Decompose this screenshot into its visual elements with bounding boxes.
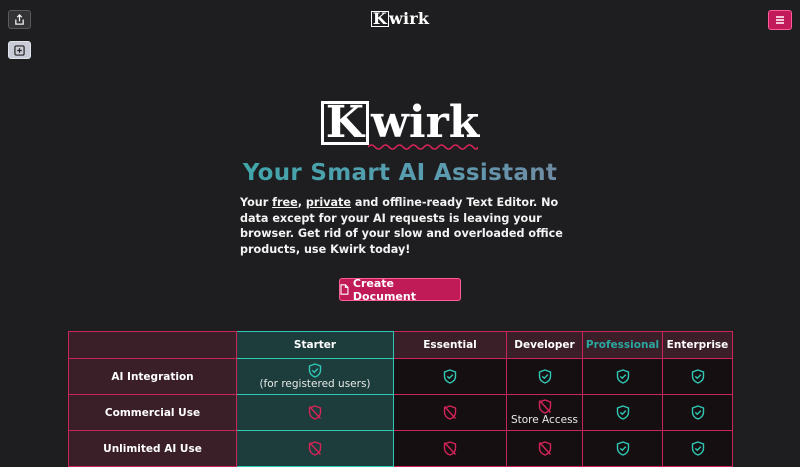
cell-note: Store Access [510, 413, 579, 426]
feature-cell: Store Access [506, 394, 583, 431]
row-label: Commercial Use [68, 394, 237, 431]
document-icon [340, 284, 349, 295]
add-document-button[interactable] [8, 41, 31, 59]
shield-check-icon [443, 369, 457, 384]
feature-cell [662, 358, 733, 395]
column-header-enterprise: Enterprise [662, 331, 733, 359]
desc-prefix: Your [240, 196, 273, 209]
shield-off-icon [443, 405, 457, 420]
feature-cell [582, 358, 663, 395]
table-row: AI Integration (for registered users) [68, 358, 733, 395]
hero-logo-rest: wirk [370, 97, 480, 148]
hero-logo: Kwirk [0, 101, 800, 145]
shield-off-icon [538, 441, 551, 456]
column-header-essential: Essential [393, 331, 507, 359]
hero-description: Your free, private and offline-ready Tex… [240, 195, 570, 257]
header-brand-k: K [370, 9, 389, 28]
desc-private: private [305, 196, 351, 209]
row-label: Unlimited AI Use [68, 430, 237, 467]
plus-square-icon [14, 44, 25, 56]
shield-check-icon [691, 369, 704, 384]
shield-off-icon [308, 441, 322, 456]
feature-cell [393, 358, 507, 395]
table-row: Commercial Use Store Access [68, 394, 733, 431]
shield-off-icon [308, 405, 322, 420]
feature-cell [236, 430, 394, 467]
shield-check-icon [308, 362, 322, 378]
shield-check-icon [691, 405, 704, 420]
column-header-professional: Professional [582, 331, 663, 359]
hamburger-menu-icon [776, 16, 784, 24]
row-label: AI Integration [68, 358, 237, 395]
feature-cell [662, 394, 733, 431]
feature-cell [393, 394, 507, 431]
feature-cell [393, 430, 507, 467]
feature-cell [582, 394, 663, 431]
feature-cell: (for registered users) [236, 358, 394, 395]
table-header-row: Starter Essential Developer Professional… [68, 331, 733, 359]
desc-free: free [272, 196, 298, 209]
shield-check-icon [616, 405, 629, 420]
feature-cell [662, 430, 733, 467]
shield-check-icon [538, 369, 551, 384]
feature-cell [506, 358, 583, 395]
feature-cell [582, 430, 663, 467]
hero-logo-k: K [320, 101, 369, 145]
shield-check-icon [616, 441, 629, 456]
create-document-label: Create Document [352, 276, 416, 303]
feature-cell [236, 394, 394, 431]
header-brand[interactable]: Kwirk [0, 9, 800, 28]
column-header-developer: Developer [506, 331, 583, 359]
desc-sep: , [297, 196, 306, 209]
cell-note: (for registered users) [259, 377, 371, 390]
squiggle-underline [368, 144, 478, 150]
menu-button[interactable] [768, 10, 792, 30]
column-header-starter: Starter [236, 331, 394, 359]
shield-off-icon [538, 398, 551, 414]
create-document-button[interactable]: Create Document [339, 276, 461, 303]
feature-cell [506, 430, 583, 467]
shield-check-icon [691, 441, 704, 456]
column-header-feature [68, 331, 237, 359]
shield-off-icon [443, 441, 457, 456]
shield-check-icon [616, 369, 629, 384]
table-row: Unlimited AI Use [68, 430, 733, 467]
feature-comparison-table: Starter Essential Developer Professional… [68, 331, 733, 467]
header-brand-rest: wirk [388, 9, 430, 28]
page-title: Your Smart AI Assistant [0, 160, 800, 186]
